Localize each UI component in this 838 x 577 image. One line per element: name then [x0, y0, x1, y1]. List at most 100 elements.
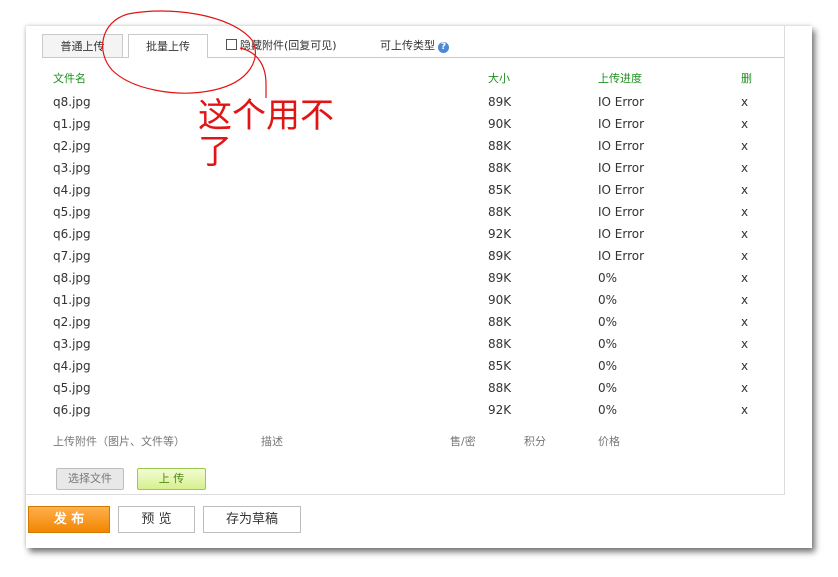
row-filename: q3.jpg — [53, 337, 91, 351]
save-draft-button[interactable]: 存为草稿 — [203, 506, 301, 533]
row-size: 89K — [488, 95, 512, 109]
table-row: q4.jpg 85K IO Error x — [53, 179, 773, 201]
file-table-header: 文件名 大小 上传进度 删 — [53, 68, 773, 90]
row-size: 85K — [488, 359, 512, 373]
row-size: 92K — [488, 227, 512, 241]
row-filename: q6.jpg — [53, 403, 91, 417]
row-delete-button[interactable]: x — [741, 223, 748, 245]
tab-batch-upload[interactable]: 批量上传 — [128, 34, 208, 58]
row-progress: IO Error — [598, 249, 645, 263]
upload-panel: 普通上传 批量上传 隐藏附件(回复可见) 可上传类型? 文件名 大小 上传进度 … — [26, 26, 785, 495]
row-filename: q5.jpg — [53, 381, 91, 395]
row-filename: q4.jpg — [53, 359, 91, 373]
screenshot-frame: 普通上传 批量上传 隐藏附件(回复可见) 可上传类型? 文件名 大小 上传进度 … — [26, 26, 812, 548]
row-size: 88K — [488, 139, 512, 153]
header-filename: 文件名 — [53, 72, 86, 85]
row-delete-button[interactable]: x — [741, 267, 748, 289]
table-row: q6.jpg 92K IO Error x — [53, 223, 773, 245]
row-progress: IO Error — [598, 117, 645, 131]
row-size: 88K — [488, 205, 512, 219]
row-filename: q3.jpg — [53, 161, 91, 175]
header-delete: 删 — [741, 72, 752, 85]
row-filename: q5.jpg — [53, 205, 91, 219]
row-filename: q2.jpg — [53, 139, 91, 153]
table-row: q5.jpg 88K IO Error x — [53, 201, 773, 223]
row-progress: 0% — [598, 271, 618, 285]
row-progress: 0% — [598, 359, 618, 373]
label-sale: 售/密 — [450, 435, 476, 448]
label-points: 积分 — [524, 435, 546, 448]
table-row: q3.jpg 88K 0% x — [53, 333, 773, 355]
tab-upload-types[interactable]: 可上传类型? — [380, 34, 470, 57]
row-delete-button[interactable]: x — [741, 377, 748, 399]
row-delete-button[interactable]: x — [741, 311, 748, 333]
row-size: 90K — [488, 293, 512, 307]
row-size: 90K — [488, 117, 512, 131]
row-size: 88K — [488, 161, 512, 175]
tab-batch-upload-label: 批量上传 — [146, 40, 190, 53]
table-row: q7.jpg 89K IO Error x — [53, 245, 773, 267]
row-delete-button[interactable]: x — [741, 179, 748, 201]
table-row: q8.jpg 89K 0% x — [53, 267, 773, 289]
annotation-note: 这个用不了 — [198, 96, 334, 172]
row-delete-button[interactable]: x — [741, 201, 748, 223]
row-delete-button[interactable]: x — [741, 355, 748, 377]
row-progress: 0% — [598, 381, 618, 395]
header-progress: 上传进度 — [598, 72, 642, 85]
row-delete-button[interactable]: x — [741, 289, 748, 311]
row-size: 88K — [488, 337, 512, 351]
tab-normal-upload[interactable]: 普通上传 — [42, 34, 123, 57]
upload-tabs: 普通上传 批量上传 隐藏附件(回复可见) 可上传类型? — [42, 34, 784, 58]
row-filename: q8.jpg — [53, 271, 91, 285]
attachment-field-labels: 上传附件（图片、文件等） 描述 售/密 积分 价格 — [53, 432, 773, 452]
row-filename: q6.jpg — [53, 227, 91, 241]
table-row: q4.jpg 85K 0% x — [53, 355, 773, 377]
label-price: 价格 — [598, 435, 620, 448]
label-attachment: 上传附件（图片、文件等） — [53, 435, 185, 448]
row-progress: 0% — [598, 293, 618, 307]
row-filename: q2.jpg — [53, 315, 91, 329]
tab-upload-types-label: 可上传类型 — [380, 39, 435, 52]
table-row: q6.jpg 92K 0% x — [53, 399, 773, 421]
row-delete-button[interactable]: x — [741, 157, 748, 179]
row-progress: IO Error — [598, 205, 645, 219]
publish-button[interactable]: 发 布 — [28, 506, 110, 533]
tab-hidden-attachment[interactable]: 隐藏附件(回复可见) — [226, 34, 356, 57]
row-size: 85K — [488, 183, 512, 197]
row-size: 88K — [488, 381, 512, 395]
row-progress: IO Error — [598, 139, 645, 153]
tab-normal-upload-label: 普通上传 — [60, 40, 105, 53]
row-progress: IO Error — [598, 95, 645, 109]
row-progress: IO Error — [598, 161, 645, 175]
preview-button[interactable]: 预 览 — [118, 506, 195, 533]
row-delete-button[interactable]: x — [741, 113, 748, 135]
row-delete-button[interactable]: x — [741, 333, 748, 355]
row-progress: IO Error — [598, 183, 645, 197]
row-filename: q8.jpg — [53, 95, 91, 109]
table-row: q3.jpg 88K IO Error x — [53, 157, 773, 179]
table-row: q2.jpg 88K 0% x — [53, 311, 773, 333]
row-delete-button[interactable]: x — [741, 135, 748, 157]
table-row: q8.jpg 89K IO Error x — [53, 91, 773, 113]
header-size: 大小 — [488, 72, 510, 85]
row-filename: q4.jpg — [53, 183, 91, 197]
row-progress: 0% — [598, 403, 618, 417]
row-size: 88K — [488, 315, 512, 329]
row-progress: 0% — [598, 337, 618, 351]
row-delete-button[interactable]: x — [741, 399, 748, 421]
hidden-attachment-checkbox[interactable] — [226, 39, 237, 50]
tab-hidden-attachment-label: 隐藏附件(回复可见) — [240, 39, 337, 52]
table-row: q2.jpg 88K IO Error x — [53, 135, 773, 157]
label-description: 描述 — [261, 435, 283, 448]
row-progress: 0% — [598, 315, 618, 329]
question-circle-icon[interactable]: ? — [438, 42, 449, 53]
row-size: 89K — [488, 271, 512, 285]
row-delete-button[interactable]: x — [741, 91, 748, 113]
table-row: q1.jpg 90K IO Error x — [53, 113, 773, 135]
choose-file-button[interactable]: 选择文件 — [56, 468, 124, 490]
upload-button[interactable]: 上 传 — [137, 468, 206, 490]
table-row: q5.jpg 88K 0% x — [53, 377, 773, 399]
row-progress: IO Error — [598, 227, 645, 241]
row-filename: q7.jpg — [53, 249, 91, 263]
row-delete-button[interactable]: x — [741, 245, 748, 267]
